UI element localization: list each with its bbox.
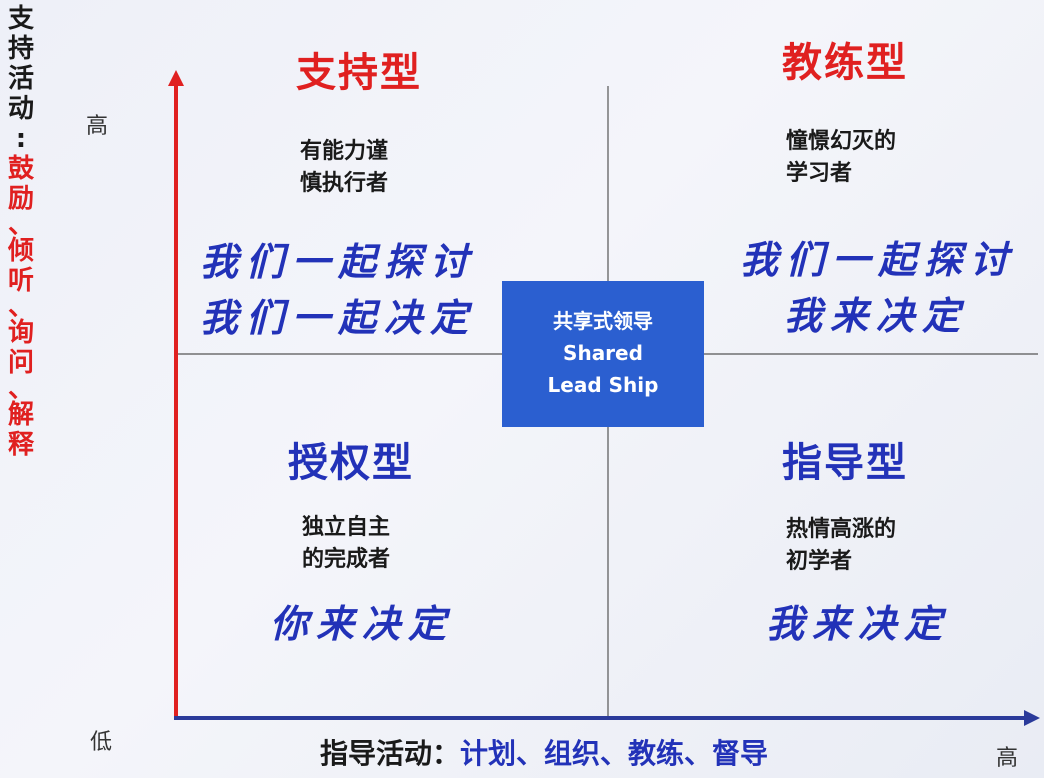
phrase-line: 我来决定 [784,293,969,338]
y-axis-activity-char: 、 [7,292,34,322]
quadrant-title-delegating: 授权型 [288,440,414,486]
y-axis-activity-char: 解 [7,400,34,430]
phrase-line: 我们一起决定 [200,295,477,340]
quadrant-desc-directing: 热情高涨的 初学者 [786,514,896,578]
center-line-cn: 共享式领导 [553,309,653,333]
phrase-line: 你来决定 [270,601,455,646]
desc-line: 独立自主 [302,515,391,540]
quadrant-phrase-directing: 我来决定 [766,596,950,652]
quadrant-phrase-delegating: 你来决定 [270,596,454,652]
y-tick-high: 高 [86,114,109,139]
phrase-line: 我来决定 [766,601,951,646]
quadrant-title-directing: 指导型 [782,440,908,486]
y-axis-colon: : [15,124,27,154]
quadrant-desc-delegating: 独立自主 的完成者 [302,512,390,576]
y-tick-low: 低 [90,730,113,755]
y-axis-activities: 鼓励、倾听、询问、解释 [4,154,38,460]
quadrant-phrase-coaching: 我们一起探讨 我来决定 [740,232,1016,344]
x-axis-activities: 计划、组织、教练、督导 [460,737,769,770]
y-axis-title: 支持活动 : [4,4,38,154]
y-axis-title-char: 活 [7,64,34,94]
x-axis-arrow-icon [1024,710,1040,726]
quadrant-title-coaching: 教练型 [782,40,908,86]
phrase-line: 我们一起探讨 [740,237,1017,282]
y-axis-activity-char: 鼓 [7,154,34,184]
y-axis-activity-char: 、 [7,374,34,404]
desc-line: 憧憬幻灭的 [786,129,897,154]
y-axis-arrow-icon [168,70,184,86]
x-axis-title: 指导活动： [320,737,461,770]
y-axis-title-char: 支 [7,4,34,34]
y-axis-activity-char: 释 [7,430,34,460]
center-line-en2: Lead Ship [547,373,659,397]
quadrant-title-supporting: 支持型 [296,50,422,96]
y-axis-title-text: 支持活动 [4,4,38,124]
quadrant-desc-supporting: 有能力谨 慎执行者 [300,136,388,200]
x-tick-high: 高 [996,746,1019,771]
y-axis-activity-char: 倾 [7,236,34,266]
y-axis-label: 支持活动 : 鼓励、倾听、询问、解释 [4,4,38,460]
shared-leadership-box: 共享式领导 Shared Lead Ship [502,281,704,427]
quadrant-phrase-supporting: 我们一起探讨 我们一起决定 [200,234,476,346]
desc-line: 学习者 [786,161,853,186]
phrase-line: 我们一起探讨 [200,239,477,284]
desc-line: 慎执行者 [300,171,389,196]
desc-line: 初学者 [786,549,853,574]
quadrant-desc-coaching: 憧憬幻灭的 学习者 [786,126,896,190]
y-axis-title-char: 持 [7,34,34,64]
desc-line: 热情高涨的 [786,517,897,542]
x-axis-label: 指导活动：计划、组织、教练、督导 [320,732,768,772]
y-axis-activity-char: 询 [7,318,34,348]
desc-line: 有能力谨 [300,139,389,164]
center-line-en1: Shared [563,341,643,365]
desc-line: 的完成者 [302,547,391,572]
y-axis-title-char: 动 [7,94,34,124]
y-axis-activity-char: 、 [7,210,34,240]
